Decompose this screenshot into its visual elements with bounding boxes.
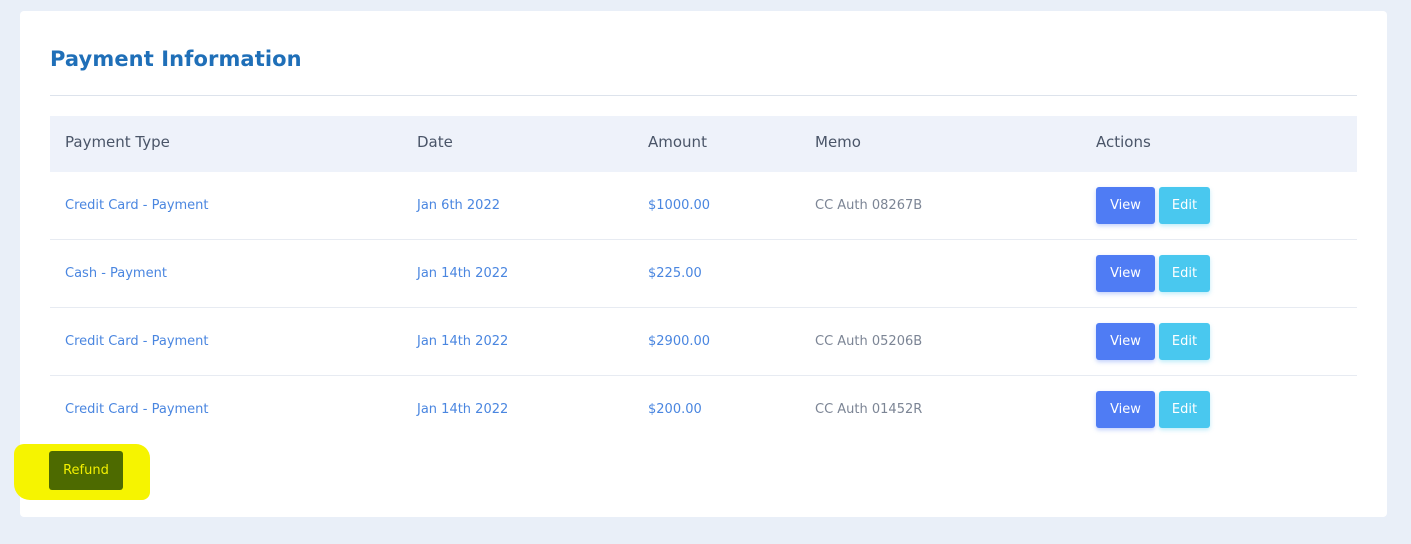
payment-type-link[interactable]: Credit Card - Payment <box>65 172 209 239</box>
view-button[interactable]: View <box>1096 323 1155 360</box>
payment-memo: CC Auth 01452R <box>815 402 923 417</box>
payment-amount: $2900.00 <box>648 334 711 349</box>
view-button[interactable]: View <box>1096 255 1155 292</box>
section-title: Payment Information <box>50 47 302 71</box>
view-button[interactable]: View <box>1096 187 1155 224</box>
title-divider <box>50 95 1357 96</box>
payment-date: Jan 6th 2022 <box>417 198 500 213</box>
payment-type-link[interactable]: Credit Card - Payment <box>65 376 209 443</box>
column-header-actions: Actions <box>1096 133 1151 151</box>
payment-date: Jan 14th 2022 <box>417 334 509 349</box>
table-row: Credit Card - Payment Jan 14th 2022 $290… <box>50 308 1357 376</box>
payment-memo: CC Auth 08267B <box>815 198 923 213</box>
table-row: Credit Card - Payment Jan 14th 2022 $200… <box>50 376 1357 443</box>
payment-amount: $200.00 <box>648 402 702 417</box>
edit-button[interactable]: Edit <box>1159 255 1210 292</box>
edit-button[interactable]: Edit <box>1159 323 1210 360</box>
refund-button[interactable]: Refund <box>49 451 123 490</box>
payment-amount: $225.00 <box>648 266 702 281</box>
payment-memo: CC Auth 05206B <box>815 334 923 349</box>
payment-date: Jan 14th 2022 <box>417 402 509 417</box>
payment-amount: $1000.00 <box>648 198 711 213</box>
row-actions: View Edit <box>1096 323 1210 360</box>
table-row: Cash - Payment Jan 14th 2022 $225.00 Vie… <box>50 240 1357 308</box>
column-header-amount: Amount <box>648 133 707 151</box>
column-header-memo: Memo <box>815 133 861 151</box>
payment-information-card: Payment Information Payment Type Date Am… <box>20 11 1387 517</box>
row-actions: View Edit <box>1096 255 1210 292</box>
table-header: Payment Type Date Amount Memo Actions <box>50 116 1357 172</box>
payment-date: Jan 14th 2022 <box>417 266 509 281</box>
edit-button[interactable]: Edit <box>1159 391 1210 428</box>
payment-type-link[interactable]: Credit Card - Payment <box>65 308 209 375</box>
payment-type-link[interactable]: Cash - Payment <box>65 240 167 307</box>
row-actions: View Edit <box>1096 187 1210 224</box>
row-actions: View Edit <box>1096 391 1210 428</box>
view-button[interactable]: View <box>1096 391 1155 428</box>
payments-table: Payment Type Date Amount Memo Actions Cr… <box>50 116 1357 443</box>
column-header-payment-type: Payment Type <box>65 133 170 151</box>
column-header-date: Date <box>417 133 453 151</box>
edit-button[interactable]: Edit <box>1159 187 1210 224</box>
table-row: Credit Card - Payment Jan 6th 2022 $1000… <box>50 172 1357 240</box>
